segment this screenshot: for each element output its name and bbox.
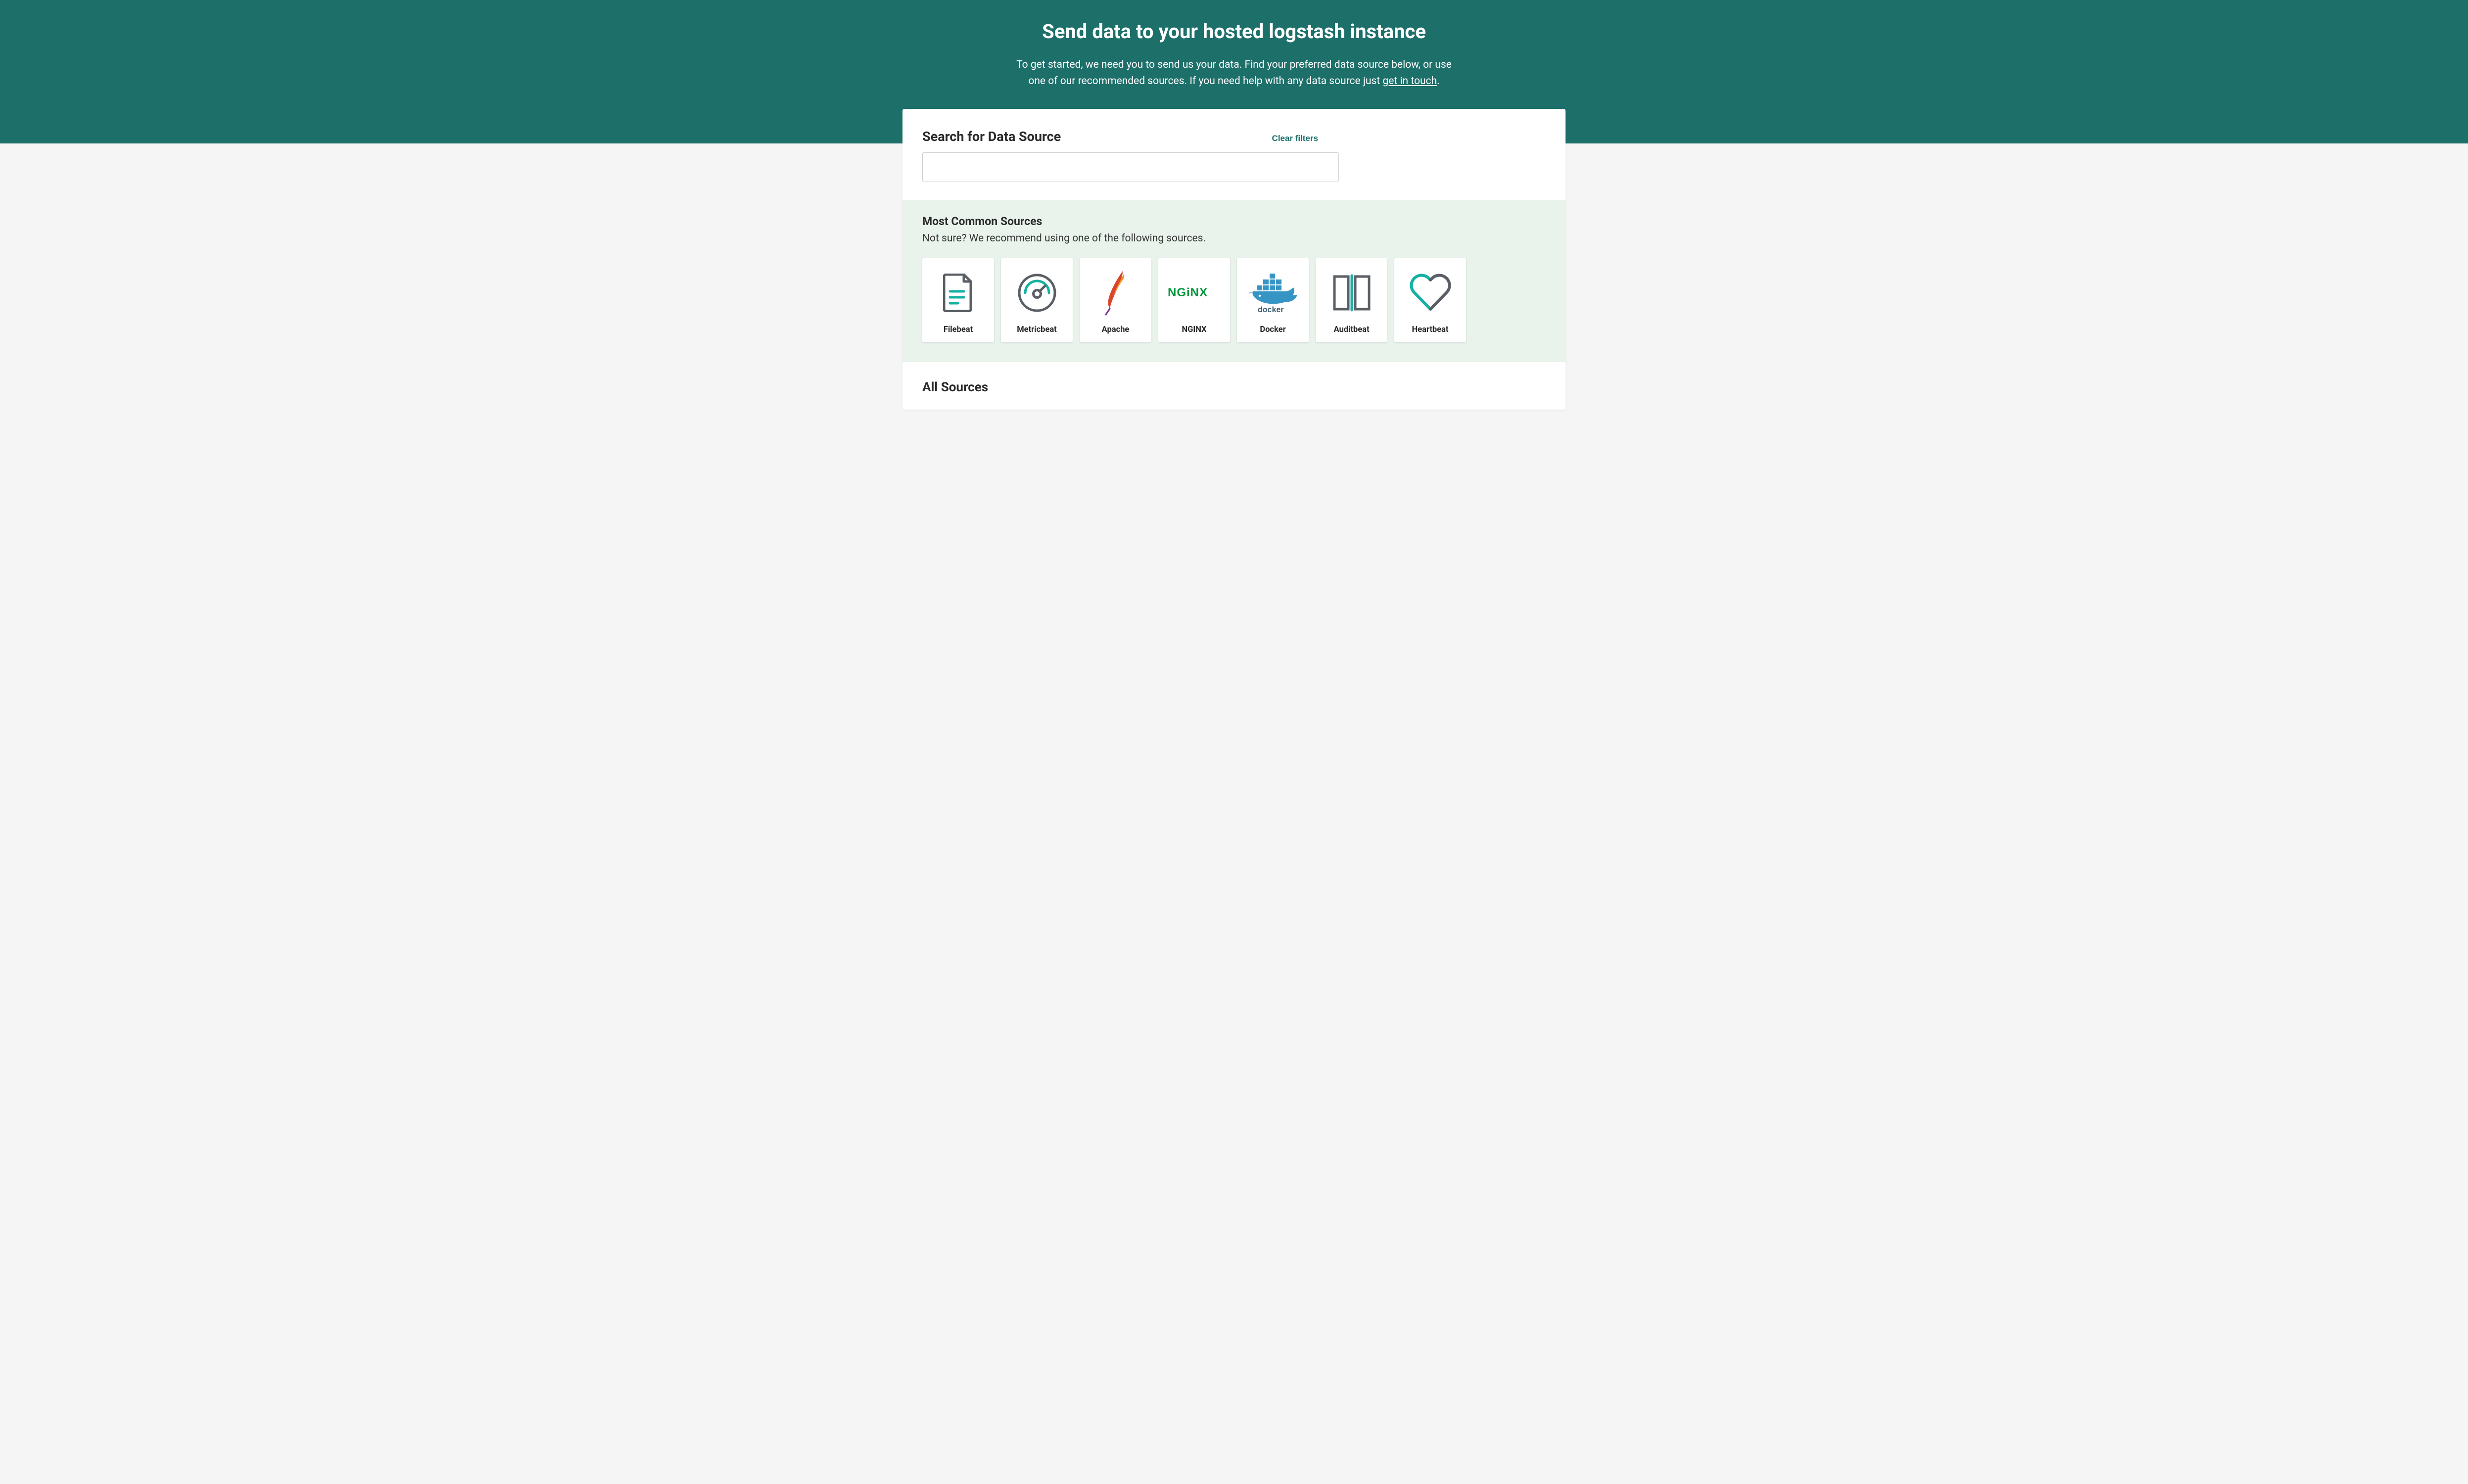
source-label: Filebeat — [944, 325, 973, 334]
all-sources-heading: All Sources — [922, 380, 1546, 395]
hero-subtitle: To get started, we need you to send us y… — [1011, 57, 1457, 89]
common-subtext: Not sure? We recommend using one of the … — [922, 232, 1546, 244]
search-heading: Search for Data Source — [922, 129, 1061, 144]
all-sources-section: All Sources — [902, 362, 1566, 410]
file-icon — [925, 265, 991, 320]
search-header: Search for Data Source Clear filters — [922, 129, 1546, 144]
source-card-nginx[interactable]: NGiNX NGINX — [1158, 258, 1230, 342]
apache-feather-icon — [1083, 265, 1148, 320]
hero-title: Send data to your hosted logstash instan… — [10, 20, 2458, 43]
source-label: Heartbeat — [1412, 325, 1448, 334]
clear-filters-button[interactable]: Clear filters — [1272, 134, 1318, 143]
source-card-apache[interactable]: Apache — [1080, 258, 1151, 342]
heart-icon — [1397, 265, 1463, 320]
common-heading: Most Common Sources — [922, 215, 1546, 228]
source-label: Docker — [1260, 325, 1285, 334]
source-card-filebeat[interactable]: Filebeat — [922, 258, 994, 342]
search-section: Search for Data Source Clear filters — [902, 109, 1566, 200]
svg-text:NGiNX: NGiNX — [1168, 286, 1208, 299]
get-in-touch-link[interactable]: get in touch — [1382, 75, 1437, 87]
source-card-auditbeat[interactable]: Auditbeat — [1316, 258, 1387, 342]
source-label: Metricbeat — [1017, 325, 1057, 334]
svg-text:docker: docker — [1258, 306, 1283, 314]
source-card-metricbeat[interactable]: Metricbeat — [1001, 258, 1073, 342]
source-label: Auditbeat — [1333, 325, 1369, 334]
columns-icon — [1319, 265, 1384, 320]
hero-body-post: . — [1437, 75, 1440, 87]
common-sources-section: Most Common Sources Not sure? We recomme… — [902, 200, 1566, 362]
sources-row: Filebeat Metricbeat — [922, 258, 1546, 342]
source-label: NGINX — [1182, 325, 1207, 334]
source-card-docker[interactable]: docker Docker — [1237, 258, 1309, 342]
source-card-heartbeat[interactable]: Heartbeat — [1394, 258, 1466, 342]
docker-whale-icon: docker — [1240, 265, 1306, 320]
main-card: Search for Data Source Clear filters Mos… — [902, 109, 1566, 410]
source-label: Apache — [1102, 325, 1130, 334]
search-input[interactable] — [922, 152, 1339, 182]
nginx-logo-icon: NGiNX — [1161, 265, 1227, 320]
gauge-icon — [1004, 265, 1070, 320]
